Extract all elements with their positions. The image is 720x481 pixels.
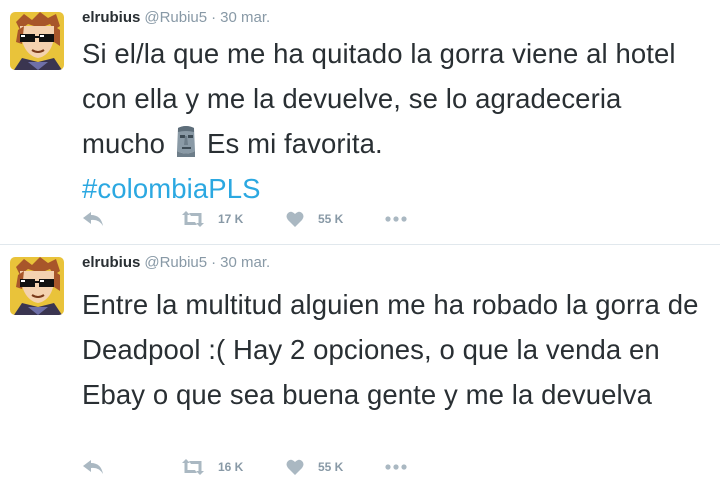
reply-button[interactable] (82, 456, 104, 478)
author-name[interactable]: elrubius (82, 9, 140, 26)
tweet-text: Si el/la que me ha quitado la gorra vien… (82, 31, 712, 211)
retweet-icon (182, 459, 204, 475)
reply-icon (83, 212, 103, 226)
author-handle[interactable]: @Rubiu5 (144, 9, 207, 26)
like-button[interactable]: 55 K (286, 456, 343, 478)
tweet-1[interactable]: elrubius @Rubiu5 · 30 mar. Si el/la que me … (0, 0, 720, 244)
avatar[interactable] (10, 257, 64, 315)
tweet-text-part2: Es mi favorita. (207, 128, 383, 159)
heart-icon (286, 459, 304, 475)
more-button[interactable] (385, 456, 407, 478)
tweet-2[interactable]: elrubius @Rubiu5 · 30 mar. Entre la multitu… (0, 245, 720, 481)
like-button[interactable]: 55 K (286, 208, 343, 230)
tweet-actions: 17 K 55 K (82, 208, 442, 230)
separator: · (211, 9, 217, 26)
more-icon (385, 216, 407, 222)
reply-button[interactable] (82, 208, 104, 230)
reply-icon (83, 460, 103, 474)
tweet-text: Entre la multitud alguien me ha robado l… (82, 289, 699, 410)
author-handle[interactable]: @Rubiu5 (144, 254, 207, 271)
heart-icon (286, 211, 304, 227)
more-button[interactable] (385, 208, 407, 230)
tweet-timestamp[interactable]: 30 mar. (220, 254, 270, 271)
retweet-count: 17 K (218, 212, 244, 226)
retweet-button[interactable]: 16 K (182, 456, 243, 478)
retweet-icon (182, 211, 204, 227)
moai-icon (171, 125, 201, 157)
tweet-header: elrubius @Rubiu5 · 30 mar. (82, 8, 270, 28)
hashtag-link[interactable]: #colombiaPLS (82, 173, 261, 204)
tweet-timestamp[interactable]: 30 mar. (220, 9, 270, 26)
retweet-count: 16 K (218, 460, 244, 474)
retweet-button[interactable]: 17 K (182, 208, 243, 230)
more-icon (385, 464, 407, 470)
tweet-actions: 16 K 55 K (82, 456, 442, 478)
avatar[interactable] (10, 12, 64, 70)
author-name[interactable]: elrubius (82, 254, 140, 271)
separator: · (211, 254, 217, 271)
like-count: 55 K (318, 460, 344, 474)
like-count: 55 K (318, 212, 344, 226)
tweet-header: elrubius @Rubiu5 · 30 mar. (82, 253, 270, 273)
